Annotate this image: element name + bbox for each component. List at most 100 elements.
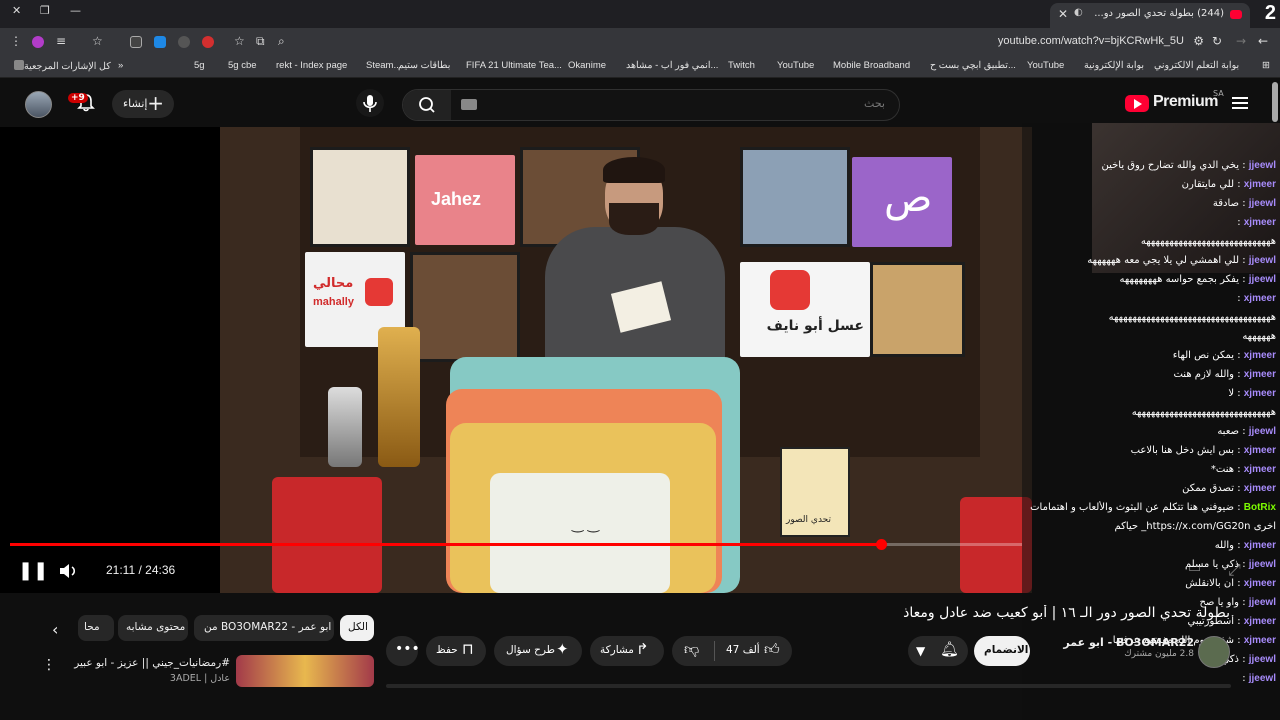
bookmark-item[interactable]: 5g cbe [228,60,257,71]
chevron-left-icon[interactable]: ‹ [52,620,58,639]
chat-username[interactable]: xjmeer [1244,445,1276,456]
voice-search-button[interactable] [356,89,384,117]
chat-username[interactable]: xjmeer [1244,616,1276,627]
ask-button[interactable]: طرح سؤال ✦ [494,636,582,666]
chat-username[interactable]: jjeewl [1249,198,1276,209]
active-tab[interactable]: (244) بطولة تحدي الصور دو... ✕ ◐ [1050,3,1250,28]
bookmark-item[interactable]: FIFA 21 Ultimate Tea... [466,60,562,71]
chat-username[interactable]: xjmeer [1244,464,1276,475]
tab-close-icon[interactable]: ✕ [1058,7,1068,21]
chat-username[interactable]: xjmeer [1244,217,1276,228]
address-bar[interactable]: ☆ ⧉ ⌕ youtube.com/watch?v=bjKCRwHk_5U ⚙ [234,31,1210,53]
chat-username[interactable]: xjmeer [1244,540,1276,551]
chat-username[interactable]: BotRix [1244,502,1276,513]
chat-username[interactable]: jjeewl [1249,673,1276,684]
shelf-cell [310,147,410,247]
bookmark-icon: ⊓ [462,640,474,658]
bookmark-item[interactable]: Okanime [568,60,606,71]
site-info-icon[interactable]: ⚙ [1193,34,1204,48]
channel-avatar[interactable] [1198,636,1230,668]
bookmark-item[interactable]: YouTube [1027,60,1064,71]
search-input[interactable]: بحث [864,97,885,110]
keyboard-icon[interactable] [461,99,477,110]
more-actions-button[interactable]: ••• [386,636,420,666]
chip-all[interactable]: الكل [340,615,374,641]
bookmark-star-icon[interactable]: ☆ [92,34,103,48]
related-video-item[interactable]: ⋮ #رمضانيات_جيني || عزيز - ابو عبير عادل… [0,655,380,687]
extension-icon[interactable] [154,36,166,48]
extension-icon[interactable] [130,36,142,48]
bookmark-item[interactable]: Mobile Broadband [833,60,910,71]
bookmark-label: Okanime [568,60,607,71]
bookmark-item[interactable]: 5g [194,60,205,71]
chat-username[interactable]: xjmeer [1244,369,1276,380]
close-window-icon[interactable]: ✕ [12,4,21,17]
restore-window-icon[interactable]: ❐ [40,4,50,17]
video-player[interactable]: Jahez ص محالي mahally عسل أبو نايف ‿ ‿ ت… [0,127,1032,593]
chat-username[interactable]: xjmeer [1244,388,1276,399]
chip-from-channel[interactable]: من BO3OMAR22 - ابو عمر [194,615,334,641]
chat-username[interactable]: jjeewl [1249,654,1276,665]
forward-icon[interactable]: → [1236,34,1246,48]
bookmark-item[interactable]: تطبيق ابچي بست ح... [930,60,1016,71]
tab-audio-icon[interactable]: ◐ [1074,7,1083,18]
apps-icon[interactable]: ⊞ [1262,60,1270,71]
join-button[interactable]: الانضمام [974,636,1030,666]
install-app-icon[interactable]: ⧉ [256,34,265,49]
page-scrollbar[interactable] [1272,82,1278,122]
save-button[interactable]: حفظ ⊓ [426,636,486,666]
bookmark-item[interactable]: بطاقات ستيم [398,60,450,71]
bookmark-item[interactable]: بوابة الإلكترونية [1084,60,1144,71]
bookmark-item[interactable]: بوابة التعلم الالكتروني [1154,60,1239,71]
dislike-icon[interactable]: 👎︎ [684,640,699,659]
guide-menu-icon[interactable] [1232,97,1248,109]
chat-username[interactable]: xjmeer [1244,635,1276,646]
chat-username[interactable]: jjeewl [1249,255,1276,266]
bookmark-item[interactable]: rekt - Index page [276,60,347,71]
share-button[interactable]: مشاركة ↱ [590,636,664,666]
account-avatar[interactable] [25,91,52,118]
adblock-icon[interactable] [202,36,214,48]
channel-name[interactable]: BO3OMAR22 - ابو عمر [1044,636,1194,649]
progress-bar[interactable] [10,539,1022,550]
chat-username[interactable]: jjeewl [1249,426,1276,437]
bookmark-all[interactable]: كل الإشارات المرجعية [10,60,111,72]
chat-message: BotRix : ضيوفني هنا تتكلم عن البثوث والأ… [1026,501,1276,515]
minimize-window-icon[interactable]: — [70,4,81,17]
bookmark-item[interactable]: YouTube [777,60,814,71]
reload-icon[interactable]: ↻ [1212,34,1222,48]
chat-username[interactable]: xjmeer [1244,179,1276,190]
chat-username[interactable]: jjeewl [1249,160,1276,171]
like-icon[interactable]: 👍︎ [764,640,780,659]
extension-icon[interactable] [178,36,190,48]
volume-icon[interactable] [58,561,80,581]
search-button[interactable] [403,90,451,120]
chat-username[interactable]: xjmeer [1244,350,1276,361]
search-box[interactable]: بحث [402,89,900,121]
chat-text: ضيوفني هنا تتكلم عن البثوث والألعاب و اه… [1030,502,1235,513]
pause-icon[interactable]: ❚❚ [18,560,48,581]
description-panel-edge [386,684,1231,688]
bookmark-page-icon[interactable]: ☆ [234,34,245,48]
reading-list-icon[interactable]: ≡ [56,34,66,48]
like-count[interactable]: 47 ألف [726,644,760,656]
chat-username[interactable]: xjmeer [1244,578,1276,589]
chat-username[interactable]: xjmeer [1244,293,1276,304]
chat-username[interactable]: jjeewl [1249,597,1276,608]
menu-dots-icon[interactable]: ⋮ [10,34,22,48]
zoom-icon[interactable]: ⌕ [278,34,285,49]
profile-icon[interactable] [32,36,44,48]
chip-similar[interactable]: محتوى مشابه [118,615,188,641]
chat-username[interactable]: xjmeer [1244,483,1276,494]
chat-username[interactable]: jjeewl [1249,274,1276,285]
bookmark-item[interactable]: Twitch [728,60,755,71]
bookmarks-overflow-icon[interactable]: » [118,60,123,71]
bookmark-item[interactable]: Steam... [366,60,401,71]
chat-username[interactable]: jjeewl [1249,559,1276,570]
create-button[interactable]: إنشاء + [112,90,174,118]
notification-settings-button[interactable]: ▼ 🔔︎ [908,636,968,666]
bookmark-item[interactable]: انمي فور اب - مشاهد... [626,60,718,71]
chip-more[interactable]: محا [78,615,114,641]
back-icon[interactable]: ← [1258,34,1268,48]
youtube-premium-logo[interactable]: Premium SA [1125,89,1225,115]
